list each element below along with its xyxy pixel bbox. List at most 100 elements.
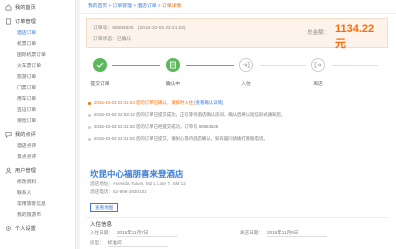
sidebar-item[interactable]: 我的旅游币 bbox=[0, 210, 75, 221]
checkin-date: 2016年11月7日 bbox=[116, 230, 177, 237]
breadcrumb-current: 订单详情 bbox=[162, 4, 182, 9]
log-entry: 2016-10-03 22:41:03 您的订单已确认，请按时入住 [查看确认详… bbox=[86, 100, 388, 112]
order-time: (2016-10-03 22:41:02) bbox=[137, 26, 186, 31]
room-label: 房型： bbox=[90, 240, 104, 245]
sidebar-item[interactable]: 火车票订单 bbox=[0, 61, 75, 72]
step-label: 确认中 bbox=[165, 82, 181, 87]
sidebar-item[interactable]: 签证订单 bbox=[0, 105, 75, 116]
sidebar-section[interactable]: 个人设置 bbox=[0, 221, 75, 235]
sidebar-section[interactable]: 订单管理 bbox=[0, 14, 75, 28]
sidebar: 我的首页订单管理酒店订单 机票订单 国际机票订单 火车票订单 旅游订单 门票订单 用车订单签… bbox=[0, 0, 76, 249]
user-icon bbox=[4, 166, 12, 174]
breadcrumb-2[interactable]: 订单管理 bbox=[113, 4, 132, 9]
order-progress: 提交订单 确认中 入住 离店 bbox=[86, 58, 388, 98]
comment-icon bbox=[4, 130, 12, 138]
checkout-icon bbox=[311, 58, 325, 72]
log-text: 您的订单已提交，请耐心等待酒店确认，如有疑问请拨打客服电话。 bbox=[136, 136, 268, 141]
step-label: 入住 bbox=[241, 82, 251, 87]
sidebar-item[interactable]: 国际机票订单 bbox=[0, 50, 75, 61]
breadcrumb: 我的首页 > 订单管理 > 酒店订单 > 订单详情 bbox=[80, 0, 396, 14]
log-text: 您的订单已确认，请按时入住 bbox=[136, 100, 194, 105]
order-log: 2016-10-03 22:41:03 您的订单已确认，请按时入住 [查看确认详… bbox=[86, 100, 388, 148]
sidebar-section[interactable]: 我的点评 bbox=[0, 127, 75, 141]
progress-line-4 bbox=[332, 65, 378, 66]
sidebar-section-label: 我的点评 bbox=[15, 131, 36, 138]
sidebar-item[interactable]: 旅游订单 bbox=[0, 72, 75, 83]
sidebar-item[interactable]: 景点点评 bbox=[0, 152, 75, 163]
checkout-date: 2016年11月9日 bbox=[266, 230, 327, 237]
log-dot bbox=[88, 138, 91, 141]
hotel-info: 坎昆中心福朋喜来登酒店 酒店地址：Avenida Tulum, M2 L Lot… bbox=[90, 168, 390, 214]
stay-info-title: 入住信息 bbox=[90, 222, 113, 228]
log-entry: 2016-10-03 22:41:02 您的订单已经提交成功，订单号 58584… bbox=[86, 124, 388, 136]
gear-icon bbox=[4, 224, 12, 232]
room-row: 房型： 标准间 bbox=[90, 240, 168, 247]
log-dot bbox=[88, 102, 91, 105]
hotel-name[interactable]: 坎昆中心福朋喜来登酒店 bbox=[90, 168, 390, 180]
sidebar-section-label: 用户管理 bbox=[15, 167, 36, 174]
sidebar-item[interactable]: 联系人 bbox=[0, 188, 75, 199]
step-submit: 提交订单 bbox=[80, 58, 120, 87]
hotel-phone-row: 酒店电话：52-998-2830101 bbox=[90, 188, 390, 196]
order-status: 已确认 bbox=[117, 37, 132, 42]
hotel-address-label: 酒店地址： bbox=[90, 181, 113, 186]
checkin-row: 入住日期： 2016年11月7日 bbox=[90, 230, 177, 237]
total-amount: 1134.22 元 bbox=[335, 23, 375, 50]
room-type: 标准间 bbox=[107, 240, 168, 247]
step-label: 离店 bbox=[313, 82, 323, 87]
main-content: 我的首页 > 订单管理 > 酒店订单 > 订单详情 订单号：58584825 (… bbox=[80, 0, 396, 249]
log-link[interactable]: [查看确认详情] bbox=[194, 100, 223, 105]
step-confirming: 确认中 bbox=[153, 58, 193, 87]
sidebar-section-label: 订单管理 bbox=[15, 18, 36, 25]
hotel-phone-label: 酒店电话： bbox=[90, 189, 113, 194]
log-dot bbox=[88, 114, 91, 117]
total-label: 总金额： bbox=[307, 30, 330, 36]
order-number-line: 订单号：58584825 (2016-10-03 22:41:02) bbox=[93, 24, 186, 31]
sidebar-item[interactable]: 修改资料 bbox=[0, 177, 75, 188]
step-checkout: 离店 bbox=[298, 58, 338, 87]
sidebar-item[interactable]: 常用旅客信息 bbox=[0, 199, 75, 210]
checkout-label: 离店日期： bbox=[240, 230, 263, 235]
checkin-label: 入住日期： bbox=[90, 230, 113, 235]
log-text: 您的订单已提交成功，正在等待酒店确认房间，确认后将以短信形式通知您。 bbox=[136, 112, 286, 117]
order-summary: 订单号：58584825 (2016-10-03 22:41:02) 订单状态：… bbox=[86, 18, 388, 50]
checkin-icon bbox=[239, 58, 253, 72]
sidebar-item[interactable]: 酒店点评 bbox=[0, 141, 75, 152]
sidebar-item[interactable]: 机票订单 bbox=[0, 39, 75, 50]
breadcrumb-3[interactable]: 酒店订单 bbox=[137, 4, 156, 9]
sidebar-item[interactable]: 酒店订单 bbox=[0, 28, 75, 39]
log-time: 2016-10-03 22:41:03 bbox=[94, 100, 135, 105]
order-number: 58584825 bbox=[112, 26, 134, 31]
checkout-row: 离店日期： 2016年11月9日 bbox=[240, 230, 327, 237]
hotel-phone: 52-998-2830101 bbox=[112, 189, 147, 194]
log-entry: 2016-10-03 22:41:02 您的订单已提交，请耐心等待酒店确认，如有… bbox=[86, 136, 388, 148]
log-time: 2016-10-03 22:41:02 bbox=[94, 124, 135, 129]
divider bbox=[86, 217, 388, 218]
home-icon bbox=[4, 3, 12, 11]
sidebar-section[interactable]: 我的首页 bbox=[0, 0, 75, 14]
breadcrumb-1[interactable]: 我的首页 bbox=[88, 4, 107, 9]
log-dot bbox=[88, 126, 91, 129]
sidebar-list: 我的首页订单管理酒店订单 机票订单 国际机票订单 火车票订单 旅游订单 门票订单 用车订单签… bbox=[0, 0, 75, 235]
log-time: 2016-10-03 22:41:02 bbox=[94, 136, 135, 141]
order-status-line: 订单状态：已确认 bbox=[93, 35, 131, 42]
step-label: 提交订单 bbox=[90, 82, 110, 87]
sidebar-section[interactable]: 用户管理 bbox=[0, 163, 75, 177]
log-entry: 2016-10-03 22:33:12 您的订单已提交成功，正在等待酒店确认房间… bbox=[86, 112, 388, 124]
order-status-label: 订单状态： bbox=[93, 37, 117, 42]
sidebar-section-label: 个人设置 bbox=[15, 225, 36, 232]
view-map-button[interactable]: 查看地图 bbox=[90, 203, 119, 212]
log-text: 您的订单已经提交成功，订单号 58584825 bbox=[136, 124, 219, 129]
sidebar-section-label: 我的首页 bbox=[15, 4, 36, 11]
check-icon bbox=[93, 58, 107, 72]
log-time: 2016-10-03 22:33:12 bbox=[94, 112, 135, 117]
document-icon bbox=[166, 58, 180, 72]
sidebar-item[interactable]: 用车订单 bbox=[0, 94, 75, 105]
sidebar-item[interactable]: 保险订单 bbox=[0, 116, 75, 127]
order-number-label: 订单号： bbox=[93, 26, 113, 31]
document-icon bbox=[4, 17, 12, 25]
hotel-address: Avenida Tulum, M2 L Lote 7, SM 12 bbox=[112, 181, 186, 186]
hotel-address-row: 酒店地址：Avenida Tulum, M2 L Lote 7, SM 12 bbox=[90, 180, 390, 188]
step-checkin: 入住 bbox=[226, 58, 266, 87]
sidebar-item[interactable]: 门票订单 bbox=[0, 83, 75, 94]
